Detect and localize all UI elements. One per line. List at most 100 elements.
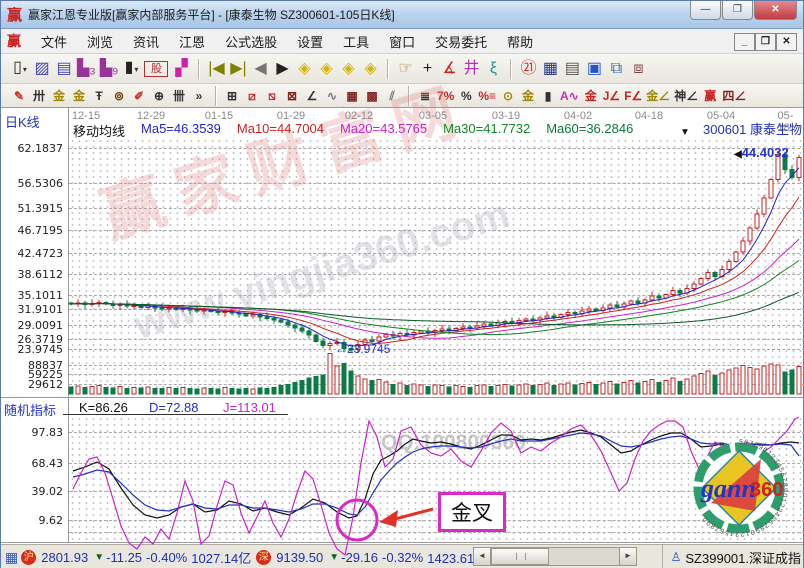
calculator-icon[interactable]: ▦ [539, 57, 561, 81]
scroll-left-button[interactable]: ◄ [474, 548, 491, 565]
percent7-icon[interactable]: 7% [435, 87, 456, 105]
hand-tool-icon[interactable]: ☞ [394, 57, 416, 81]
j-angle-icon[interactable]: J∠ [601, 87, 622, 105]
gann-expand-icon[interactable]: ◈ [337, 57, 359, 81]
f-tool-icon[interactable]: Ŧ [89, 87, 109, 105]
gold-circle-icon[interactable]: ⊙ [498, 87, 518, 105]
cross-box-icon[interactable]: ⊠ [282, 87, 302, 105]
gann-fan-icon[interactable]: ⧄ [242, 87, 262, 105]
draw-brush-icon[interactable]: ✎ [9, 87, 29, 105]
percent-icon[interactable]: % [456, 87, 476, 105]
menu-item-交易委托[interactable]: 交易委托 [425, 32, 497, 51]
angle-lines-icon[interactable]: ∠ [302, 87, 322, 105]
kdj-panel-label[interactable]: 随机指标 [4, 400, 56, 419]
bars-9min-icon[interactable]: ▙₉ [98, 57, 121, 81]
kline-panel-label[interactable]: 日K线 [5, 112, 40, 131]
last-page-icon[interactable]: ▶| [227, 57, 249, 81]
mdi-restore-button[interactable]: ❐ [755, 33, 776, 51]
gold-fence1-icon[interactable]: 金 [49, 87, 69, 105]
kdj-j-value: J=113.01 [223, 400, 276, 415]
scroll-right-button[interactable]: ► [619, 548, 636, 565]
f-angle-icon[interactable]: F∠ [622, 87, 644, 105]
prev-page-icon[interactable]: ◀ [249, 57, 271, 81]
stock-label[interactable]: 300601 康泰生物 [703, 119, 802, 138]
multi-window-icon[interactable]: ▨ [31, 57, 53, 81]
maximize-button[interactable]: ❐ [722, 1, 753, 20]
si-angle-icon[interactable]: 四∠ [720, 87, 748, 105]
stock-pick-icon[interactable]: 股 [144, 61, 168, 77]
fence2-icon[interactable]: 卌 [169, 87, 189, 105]
spiral-icon[interactable]: ⊚ [109, 87, 129, 105]
toolbar-separator [215, 86, 216, 106]
mdi-minimize-button[interactable]: _ [734, 33, 755, 51]
menu-item-浏览[interactable]: 浏览 [77, 32, 123, 51]
gann-right-icon[interactable]: ◈ [315, 57, 337, 81]
scroll-thumb[interactable] [491, 548, 549, 565]
quote-table-icon[interactable]: ▦ [5, 549, 18, 566]
gold-angle-icon[interactable]: 金∠ [644, 87, 672, 105]
status-index-section: ♙ SZ399001.深证成指 [662, 545, 801, 568]
app-logo-icon: 赢 [7, 4, 22, 25]
percent-lines-icon[interactable]: %≡ [476, 87, 498, 105]
minimize-button[interactable]: — [690, 1, 721, 20]
sz-down-triangle-icon: ▼ [329, 552, 339, 563]
price-axis-label: 31.9101 [3, 303, 63, 316]
price-axis-label: 56.5306 [3, 177, 63, 190]
gann-compress-icon[interactable]: ◈ [359, 57, 381, 81]
kline-style-icon[interactable]: ▯▾ [9, 56, 31, 82]
save-icon[interactable]: ▣ [583, 57, 605, 81]
ruler-123-icon[interactable]: ≣ [415, 87, 435, 105]
net-update-icon[interactable]: ⧈ [627, 57, 649, 81]
next-page-icon[interactable]: ▶ [271, 57, 293, 81]
menu-item-资讯[interactable]: 资讯 [123, 32, 169, 51]
candle-brush-icon[interactable]: ▮ [538, 87, 558, 105]
more-tools-icon[interactable]: » [189, 87, 209, 105]
gold-red-icon[interactable]: 金 [581, 87, 601, 105]
menu-item-文件[interactable]: 文件 [31, 32, 77, 51]
wave-brain-icon[interactable]: ξ [482, 57, 504, 81]
parallel-lines-icon[interactable]: ⫽ [382, 87, 402, 105]
shen-angle-icon[interactable]: 神∠ [672, 87, 700, 105]
bars-3min-icon[interactable]: ▙₃ [75, 57, 98, 81]
menu-item-设置[interactable]: 设置 [287, 32, 333, 51]
menu-item-工具[interactable]: 工具 [333, 32, 379, 51]
box-tool-icon[interactable]: ⊞ [222, 87, 242, 105]
circle-cross-icon[interactable]: ⊕ [149, 87, 169, 105]
horizontal-scrollbar[interactable]: ◄ ► [473, 547, 637, 566]
zigzag-icon[interactable]: ∿ [322, 87, 342, 105]
main-chart-plot[interactable] [69, 138, 804, 397]
hatch-grid-icon[interactable]: ▦ [342, 87, 362, 105]
menu-item-公式选股[interactable]: 公式选股 [215, 32, 287, 51]
notes-icon[interactable]: ▤ [561, 57, 583, 81]
histogram-icon[interactable]: ▞ [170, 57, 192, 81]
candle-icon-dropdown[interactable]: ▾ [134, 65, 138, 74]
gann-left-icon[interactable]: ◈ [293, 57, 315, 81]
wave-a-icon[interactable]: A∿ [558, 87, 581, 105]
gridline [69, 432, 804, 433]
gridline [69, 384, 804, 385]
gold-lines-icon[interactable]: 金 [518, 87, 538, 105]
win-tool-icon[interactable]: 赢 [700, 87, 720, 105]
crosshair-icon[interactable]: + [416, 57, 438, 81]
info-list-icon[interactable]: ▤ [53, 57, 75, 81]
first-page-icon[interactable]: |◀ [205, 57, 227, 81]
angle-measure-icon[interactable]: ∡ [438, 57, 460, 81]
legend-item: Ma30=41.7732 [443, 121, 530, 140]
gann-box-icon[interactable]: 井 [460, 57, 482, 81]
fan-box-icon[interactable]: ⧅ [262, 87, 282, 105]
candle-icon[interactable]: ▮▾ [120, 56, 142, 82]
close-button[interactable]: ✕ [754, 1, 797, 20]
gann-fence1-icon[interactable]: 卅 [29, 87, 49, 105]
menu-item-帮助[interactable]: 帮助 [497, 32, 543, 51]
net-send-icon[interactable]: ⧉ [605, 57, 627, 81]
dense-grid-icon[interactable]: ▩ [362, 87, 382, 105]
calendar-icon[interactable]: ㉑ [517, 57, 539, 81]
gold-fence2-icon[interactable]: 金 [69, 87, 89, 105]
current-index-name[interactable]: SZ399001.深证成指 [685, 548, 801, 567]
kline-style-icon-dropdown[interactable]: ▾ [23, 65, 27, 74]
sz-index-value: 9139.50 [276, 550, 323, 565]
mdi-close-button[interactable]: ✕ [776, 33, 797, 51]
brush2-icon[interactable]: ✐ [129, 87, 149, 105]
menu-item-江恩[interactable]: 江恩 [169, 32, 215, 51]
menu-item-窗口[interactable]: 窗口 [379, 32, 425, 51]
